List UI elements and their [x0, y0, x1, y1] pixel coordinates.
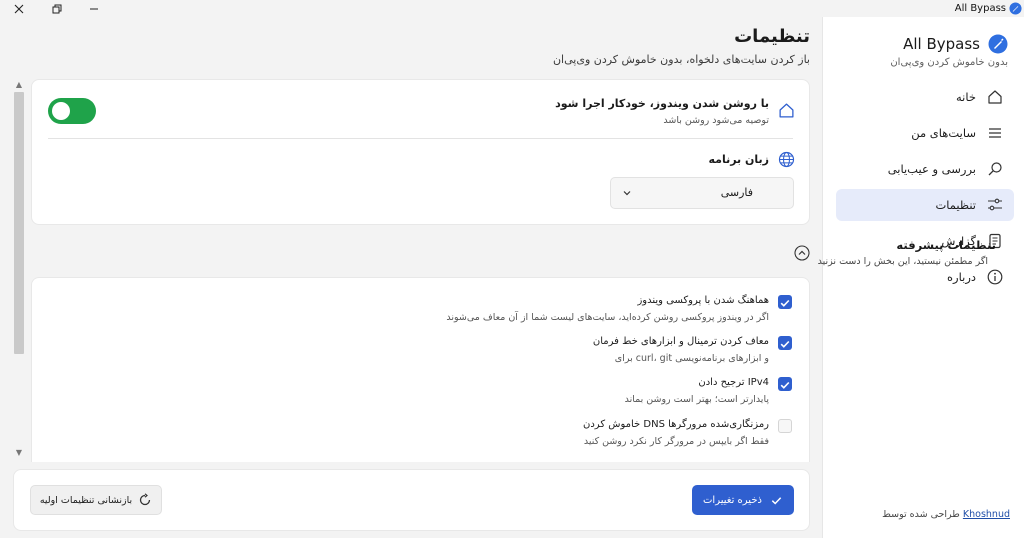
sidebar-item-diagnostics[interactable]: بررسی و عیب‌یابی — [836, 153, 1014, 185]
save-button-label: ذخیره تغییرات — [703, 494, 762, 506]
option-description: فقط اگر بایپس در مرورگر کار نکرد روشن کن… — [583, 436, 769, 447]
check-icon — [780, 299, 790, 307]
option-title: ترجیح دادن IPv4 — [698, 377, 769, 388]
credit: طراحی شده توسط Khoshnud — [882, 509, 1010, 520]
footer-actions: ذخیره تغییرات بازنشانی تنظیمات اولیه — [13, 469, 810, 531]
app-logo-icon — [1009, 2, 1022, 15]
option-description: برای curl، git و ابزارهای برنامه‌نویسی — [614, 353, 769, 364]
option-title: معاف کردن ترمینال و ابزارهای خط فرمان — [592, 336, 769, 347]
scroll-down-icon[interactable]: ▼ — [13, 448, 25, 458]
autostart-title: با روشن شدن ویندوز، خودکار اجرا شود — [555, 97, 769, 110]
list-icon — [986, 124, 1004, 142]
advanced-settings-card: هماهنگ شدن با پروکسی ویندوز اگر در ویندو… — [31, 277, 810, 462]
terminal-exempt-checkbox[interactable] — [778, 336, 792, 350]
divider — [48, 138, 793, 139]
credit-link[interactable]: Khoshnud — [963, 509, 1010, 520]
reset-icon — [140, 493, 151, 506]
check-icon — [780, 381, 790, 389]
sidebar-item-label: تنظیمات — [935, 198, 976, 212]
option-title: خاموش کردن DNS رمزنگاری‌شده مرورگرها — [583, 419, 769, 430]
autostart-description: توصیه می‌شود روشن باشد — [663, 115, 769, 126]
scrollbar-thumb[interactable] — [14, 92, 24, 354]
sidebar: All Bypass بدون خاموش کردن وی‌پی‌ان خانه… — [822, 17, 1024, 538]
language-title: زبان برنامه — [708, 153, 769, 166]
sidebar-item-home[interactable]: خانه — [836, 81, 1014, 113]
advanced-settings-title: تنظیمات پیشرفته — [896, 238, 996, 252]
check-icon — [780, 340, 790, 348]
scrollbar[interactable]: ▲ ▼ — [13, 80, 25, 460]
brand-tagline: بدون خاموش کردن وی‌پی‌ان — [890, 57, 1008, 68]
disable-browser-doh-checkbox[interactable] — [778, 419, 792, 433]
sidebar-item-my-sites[interactable]: سایت‌های من — [836, 117, 1014, 149]
sidebar-item-label: خانه — [956, 90, 976, 104]
language-select[interactable]: فارسی — [610, 177, 794, 209]
autostart-toggle[interactable] — [48, 98, 96, 124]
close-button[interactable] — [6, 0, 32, 18]
reset-defaults-button[interactable]: بازنشانی تنظیمات اولیه — [30, 485, 162, 515]
advanced-settings-subtitle: اگر مطمئن نیستید، این بخش را دست نزنید — [817, 256, 988, 267]
globe-icon — [777, 150, 795, 168]
collapse-chevron-up-icon[interactable] — [794, 245, 810, 261]
title-bar: All Bypass — [0, 0, 1024, 18]
save-button[interactable]: ذخیره تغییرات — [692, 485, 794, 515]
option-title: هماهنگ شدن با پروکسی ویندوز — [637, 295, 769, 306]
sidebar-item-settings[interactable]: تنظیمات — [836, 189, 1014, 221]
restore-button[interactable] — [44, 0, 70, 18]
proxy-sync-checkbox[interactable] — [778, 295, 792, 309]
reset-button-label: بازنشانی تنظیمات اولیه — [39, 494, 133, 506]
brand-name: All Bypass — [903, 35, 980, 53]
minimize-button[interactable] — [81, 0, 107, 18]
page-title: تنظیمات — [734, 26, 810, 47]
option-description: پایدارتر است؛ بهتر است روشن بماند — [624, 394, 769, 405]
sidebar-item-label: درباره — [947, 270, 976, 284]
general-settings-card: با روشن شدن ویندوز، خودکار اجرا شود توصی… — [31, 79, 810, 225]
close-icon — [14, 4, 24, 14]
toggle-knob — [52, 102, 70, 120]
page-subtitle: باز کردن سایت‌های دلخواه، بدون خاموش کرد… — [552, 53, 810, 66]
sidebar-item-label: بررسی و عیب‌یابی — [887, 162, 976, 176]
prefer-ipv4-checkbox[interactable] — [778, 377, 792, 391]
check-icon — [771, 496, 782, 505]
home-icon — [777, 101, 795, 119]
home-icon — [986, 88, 1004, 106]
sliders-icon — [986, 196, 1004, 214]
scroll-up-icon[interactable]: ▲ — [13, 80, 25, 90]
app-logo-icon — [988, 34, 1008, 54]
brand: All Bypass — [903, 34, 1008, 54]
language-selected-value: فارسی — [720, 186, 753, 199]
option-description: اگر در ویندوز پروکسی روشن کرده‌اید، سایت… — [446, 312, 769, 323]
restore-icon — [52, 4, 62, 14]
chevron-down-icon — [623, 191, 631, 196]
minimize-icon — [90, 8, 98, 10]
search-icon — [986, 160, 1004, 178]
window-title: All Bypass — [954, 3, 1006, 14]
credit-prefix: طراحی شده توسط — [882, 509, 960, 520]
sidebar-item-label: سایت‌های من — [911, 126, 976, 140]
info-icon — [986, 268, 1004, 286]
